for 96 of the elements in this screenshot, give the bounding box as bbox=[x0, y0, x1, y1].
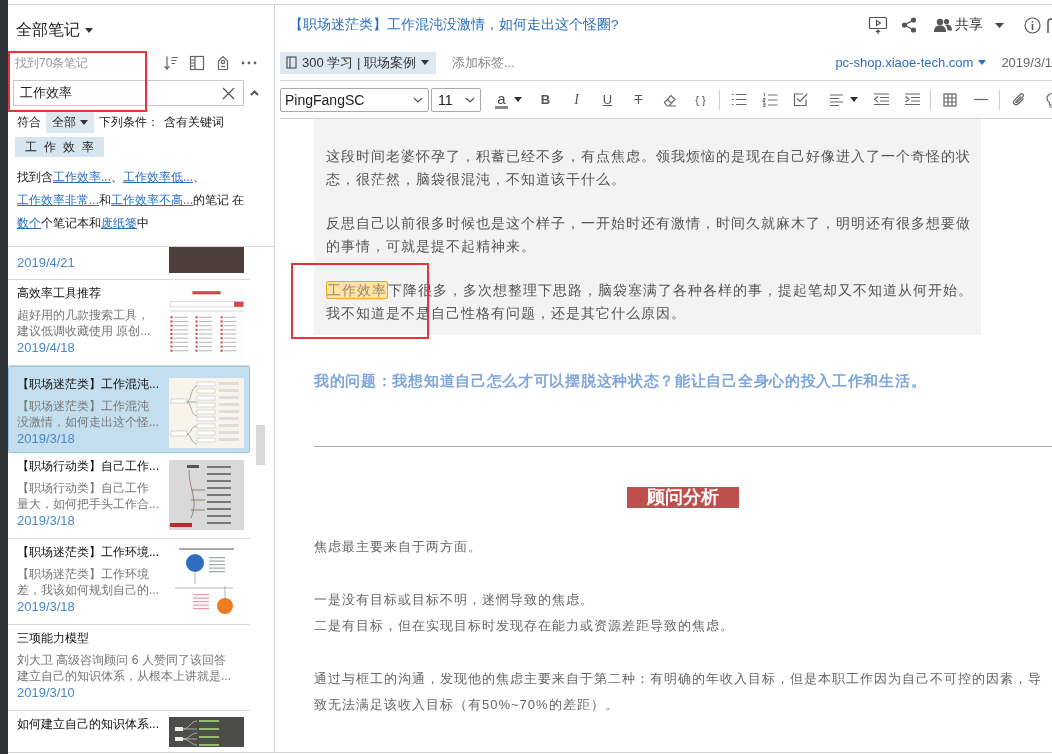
bullet-list-icon[interactable] bbox=[730, 93, 747, 106]
lamp-icon[interactable] bbox=[1043, 91, 1052, 108]
paperclip-icon[interactable] bbox=[1011, 91, 1026, 108]
question-text: 我的问题：我想知道自己怎么才可以摆脱这种状态？能让自己全身心的投入工作和生活。 bbox=[314, 371, 928, 391]
caret-icon bbox=[85, 27, 93, 33]
corner-icon[interactable] bbox=[1047, 17, 1052, 33]
note-item[interactable]: 三项能力模型 刘大卫 高级咨询顾问 6 人赞同了该回答建立自己的知识体系，从根本上讲就是... 2019/3/10 bbox=[8, 625, 250, 711]
share-icon[interactable] bbox=[901, 17, 917, 33]
note-item[interactable]: 【职场迷茫类】工作混沌... 【职场迷茫类】工作混沌没激情，如何走出这个怪... 2019/3/18 bbox=[8, 366, 250, 453]
search-highlight: 工作效率 bbox=[326, 281, 388, 299]
eraser-icon[interactable] bbox=[662, 92, 677, 107]
chevron-up-icon[interactable] bbox=[250, 90, 259, 96]
note-date: 2019/3/1 bbox=[1001, 55, 1052, 70]
notebook-icon bbox=[286, 56, 297, 69]
note-snippet: 超好用的几款搜索工具，建议低调收藏使用 原创... bbox=[17, 307, 152, 339]
note-title: 【职场行动类】自己工作... bbox=[17, 458, 159, 475]
italic-button[interactable]: I bbox=[574, 91, 579, 108]
match-dropdown[interactable]: 全部 bbox=[46, 111, 94, 133]
body-paragraph: 一是没有目标或目标不明，迷惘导致的焦虑。 bbox=[314, 590, 595, 609]
notebook-selector[interactable]: 300 学习 | 职场案例 bbox=[280, 51, 436, 74]
body-paragraph: 焦虑最主要来自于两方面。 bbox=[314, 538, 483, 556]
note-item[interactable]: 【职场行动类】自己工作... 【职场行动类】自己工作量大，如何把手头工作合... 2019/3/18 bbox=[8, 453, 250, 539]
caret-icon bbox=[513, 97, 522, 102]
font-size-select[interactable]: 11 bbox=[431, 87, 481, 112]
search-field[interactable]: 工作效率 bbox=[13, 80, 244, 106]
sort-icon[interactable] bbox=[163, 55, 179, 71]
section-heading: 顾问分析 bbox=[627, 487, 739, 508]
source-link[interactable]: pc-shop.xiaoe-tech.com bbox=[835, 55, 987, 70]
note-title: 三项能力模型 bbox=[17, 630, 89, 647]
note-title: 高效率工具推荐 bbox=[17, 285, 101, 302]
caret-icon bbox=[850, 97, 858, 102]
filter-label: 下列条件： bbox=[99, 113, 159, 131]
notebook-dropdown[interactable]: 全部笔记 bbox=[16, 19, 93, 41]
horizontal-rule-icon[interactable] bbox=[973, 98, 988, 101]
numbered-list-icon[interactable] bbox=[761, 92, 778, 107]
strikethrough-button[interactable]: T bbox=[634, 92, 643, 107]
quote-paragraph: 反思自己以前很多时候也是这个样子，一开始时还有激情，时间久就麻木了，明明还有很多想要做的事情，可就是提不起精神来。 bbox=[326, 214, 972, 256]
tag-icon[interactable] bbox=[215, 55, 231, 71]
note-date: 2019/3/18 bbox=[17, 512, 75, 530]
note-item[interactable]: 高效率工具推荐 超好用的几款搜索工具，建议低调收藏使用 原创... 2019/4/18 bbox=[8, 280, 250, 366]
chevron-down-icon bbox=[413, 96, 423, 103]
body-paragraph: 通过与框工的沟通，发现他的焦虑主要来自于第二种：有明确的年收入目标，但是本职工作因为自己不可控的因素，导致无法满足该收入目标（有50%~70%的差距）。 bbox=[314, 669, 1043, 714]
filter-label: 符合 bbox=[17, 113, 41, 131]
search-summary: 找到含工作效率...、工作效率低...、 工作效率非常...和工作效率不高...的笔记 在 数个个笔记本和废纸篓中 bbox=[17, 169, 246, 232]
more-icon[interactable] bbox=[241, 61, 257, 65]
checkbox-icon[interactable] bbox=[793, 92, 808, 107]
note-date: 2019/4/21 bbox=[17, 254, 75, 272]
code-button[interactable]: { } bbox=[695, 93, 706, 106]
outdent-icon[interactable] bbox=[872, 93, 889, 106]
summary-link[interactable]: 工作效率不高... bbox=[111, 193, 194, 207]
note-snippet: 【职场行动类】自己工作量大，如何把手头工作合... bbox=[17, 480, 160, 512]
caret-icon bbox=[978, 60, 987, 65]
summary-link[interactable]: 数个 bbox=[17, 216, 41, 230]
note-date: 2019/4/18 bbox=[17, 339, 75, 357]
keyword-tag[interactable]: 工作效率 bbox=[15, 137, 104, 157]
note-title: 【职场迷茫类】工作环境... bbox=[17, 544, 159, 561]
chevron-down-icon bbox=[465, 96, 475, 103]
info-icon[interactable] bbox=[1024, 16, 1041, 34]
caret-icon bbox=[420, 60, 429, 65]
summary-link[interactable]: 工作效率低... bbox=[123, 170, 194, 184]
condition-label: 含有关键词 bbox=[164, 113, 224, 131]
bold-button[interactable]: B bbox=[540, 92, 551, 107]
note-date: 2019/3/10 bbox=[17, 684, 75, 702]
summary-link[interactable]: 工作效率非常... bbox=[17, 193, 99, 207]
body-paragraph: 二是有目标，但在实现目标时发现存在能力或资源差距导致的焦虑。 bbox=[314, 617, 735, 635]
note-snippet: 刘大卫 高级咨询顾问 6 人赞同了该回答建立自己的知识体系，从根本上讲就是... bbox=[17, 652, 231, 684]
note-snippet: 【职场迷茫类】工作混沌没激情，如何走出这个怪... bbox=[17, 398, 160, 430]
text-color-button[interactable]: a bbox=[495, 90, 522, 109]
font-select[interactable]: PingFangSC bbox=[280, 87, 429, 112]
caret-icon bbox=[995, 22, 1004, 28]
quote-paragraph: 这段时间老婆怀孕了，积蓄已经不多，有点焦虑。领我烦恼的是现在自己好像进入了一个奇怪的状态，很茫然，脑袋很混沌，不知道该干什么。 bbox=[326, 147, 972, 189]
underline-button[interactable]: U bbox=[602, 92, 613, 107]
people-icon bbox=[934, 18, 952, 32]
note-snippet: 【职场迷茫类】工作环境差，我该如何规划自己的... bbox=[17, 566, 160, 598]
note-title: 如何建立自己的知识体系... bbox=[17, 716, 159, 733]
note-title: 【职场迷茫类】工作混沌没激情，如何走出这个怪圈? bbox=[289, 16, 619, 34]
table-icon[interactable] bbox=[942, 92, 957, 107]
note-title: 【职场迷茫类】工作混沌... bbox=[17, 376, 159, 393]
summary-link[interactable]: 废纸篓 bbox=[101, 216, 137, 230]
close-icon[interactable] bbox=[222, 86, 235, 100]
presentation-icon[interactable] bbox=[868, 15, 888, 35]
summary-link[interactable]: 工作效率... bbox=[53, 170, 111, 184]
columns-icon[interactable] bbox=[189, 55, 205, 71]
share-button[interactable]: 共享 bbox=[934, 16, 1004, 34]
scrollbar-thumb[interactable] bbox=[256, 425, 265, 465]
align-left-icon bbox=[829, 93, 844, 106]
note-item[interactable]: 【职场迷茫类】工作环境... 【职场迷茫类】工作环境差，我该如何规划自己的... 2019/3/18 bbox=[8, 539, 250, 625]
tag-input[interactable]: 添加标签... bbox=[451, 55, 542, 70]
align-button[interactable] bbox=[829, 93, 858, 106]
result-count: 找到70条笔记 bbox=[15, 54, 89, 72]
note-item[interactable]: 如何建立自己的知识体系... bbox=[8, 711, 250, 747]
note-date: 2019/3/18 bbox=[17, 430, 75, 448]
note-item[interactable]: 2019/4/21 bbox=[8, 247, 250, 280]
caret-icon bbox=[80, 119, 88, 125]
indent-icon[interactable] bbox=[903, 93, 920, 106]
note-date: 2019/3/18 bbox=[17, 598, 75, 616]
